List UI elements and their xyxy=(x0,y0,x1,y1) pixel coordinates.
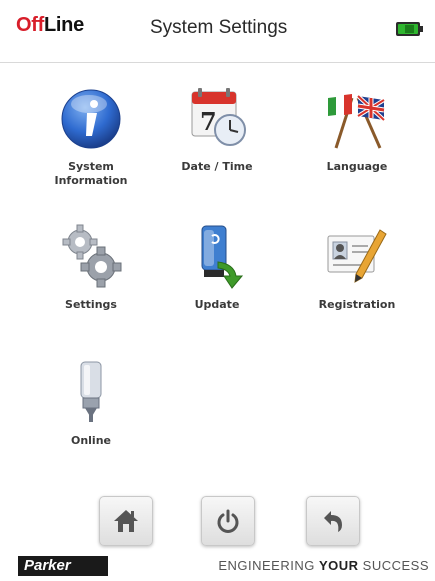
slogan-part-2: YOUR xyxy=(318,558,359,573)
update-button[interactable]: Update xyxy=(152,222,282,312)
page-title: System Settings xyxy=(150,17,288,38)
flags-icon xyxy=(322,84,392,154)
status-off-text: Off xyxy=(16,14,44,36)
update-icon xyxy=(182,222,252,292)
calendar-clock-icon: 7 xyxy=(182,84,252,154)
system-information-label-2: Information xyxy=(54,174,128,187)
system-information-label-1: System xyxy=(68,160,114,173)
gears-icon xyxy=(56,222,126,292)
header-bar: OffLine System Settings xyxy=(0,0,435,63)
registration-card-icon xyxy=(322,222,392,292)
slogan-part-1: ENGINEERING xyxy=(218,558,319,573)
settings-label: Settings xyxy=(65,298,117,311)
settings-button[interactable]: Settings xyxy=(26,222,156,312)
power-icon xyxy=(217,509,239,533)
slogan-part-3: SUCCESS xyxy=(358,558,429,573)
status-line-text: Line xyxy=(43,14,84,36)
registration-label: Registration xyxy=(318,298,396,311)
back-icon xyxy=(324,511,342,532)
parker-logo: Parker xyxy=(18,556,108,576)
info-icon xyxy=(56,84,126,154)
registration-button[interactable]: Registration xyxy=(292,222,422,312)
system-information-button[interactable]: System Information xyxy=(26,84,156,188)
online-label: Online xyxy=(70,434,111,447)
back-button[interactable] xyxy=(306,496,360,546)
update-label: Update xyxy=(194,298,240,311)
usb-drive-icon xyxy=(56,358,126,428)
online-button[interactable]: Online xyxy=(26,358,156,448)
language-label: Language xyxy=(326,160,388,173)
battery-icon xyxy=(396,22,423,36)
date-time-button[interactable]: 7 Date / Time xyxy=(152,84,282,174)
connection-status: OffLine xyxy=(16,14,84,37)
home-icon xyxy=(114,510,138,532)
date-time-label: Date / Time xyxy=(181,160,253,173)
brand-slogan: ENGINEERING YOUR SUCCESS xyxy=(218,558,429,573)
home-button[interactable] xyxy=(99,496,153,546)
power-button[interactable] xyxy=(201,496,255,546)
language-button[interactable]: Language xyxy=(292,84,422,174)
